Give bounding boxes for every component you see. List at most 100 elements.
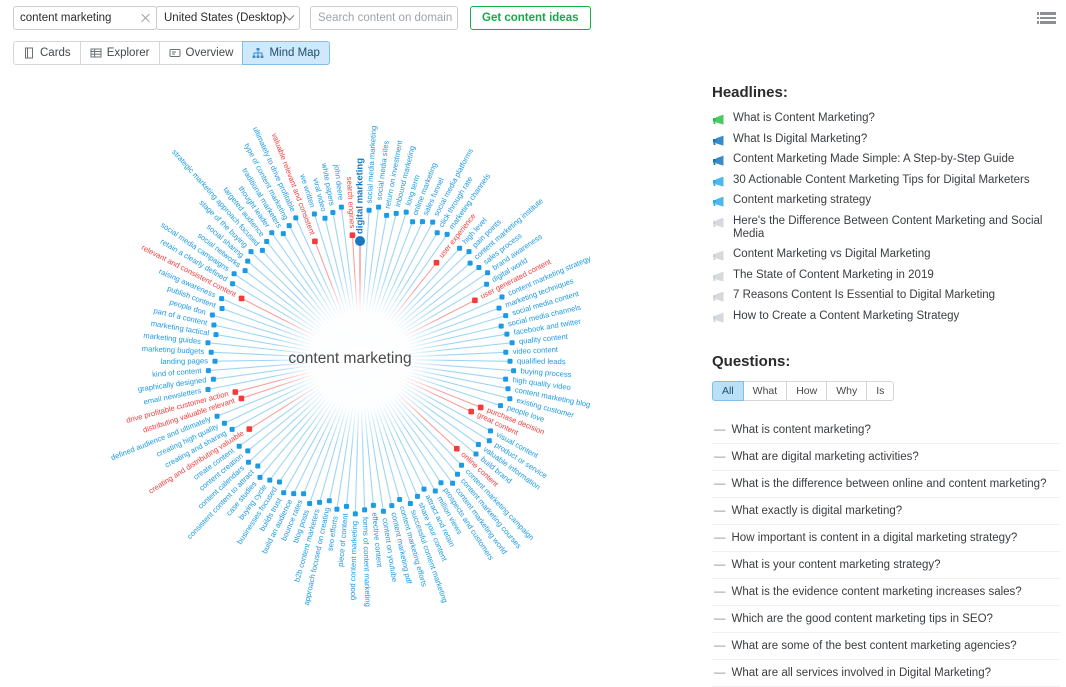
mind-map-node[interactable]: [467, 249, 472, 254]
mind-map-node[interactable]: [323, 216, 328, 221]
mind-map-node-label[interactable]: good content marketing: [348, 521, 359, 601]
headline-row[interactable]: The State of Content Marketing in 2019: [712, 269, 1060, 282]
headline-row[interactable]: 30 Actionable Content Marketing Tips for…: [712, 174, 1060, 187]
tab-overview[interactable]: Overview: [159, 41, 244, 65]
mind-map-node[interactable]: [488, 428, 493, 433]
mind-map-node[interactable]: [230, 281, 235, 286]
tab-explorer[interactable]: Explorer: [80, 41, 160, 65]
mind-map-node[interactable]: [485, 270, 490, 275]
mind-map-node[interactable]: [450, 481, 455, 486]
mind-map-node[interactable]: [264, 239, 269, 244]
question-filter-what[interactable]: What: [743, 381, 788, 401]
mind-map-node[interactable]: [312, 212, 317, 217]
mind-map-node[interactable]: [277, 480, 282, 485]
mind-map-node[interactable]: [211, 323, 216, 328]
mind-map-node[interactable]: [206, 368, 211, 373]
headline-row[interactable]: Content Marketing vs Digital Marketing: [712, 248, 1060, 261]
mind-map-node[interactable]: [339, 205, 344, 210]
question-row[interactable]: —What is the difference between online a…: [712, 471, 1060, 498]
question-filter-why[interactable]: Why: [826, 381, 867, 401]
mind-map-node[interactable]: [484, 282, 489, 287]
mind-map-node[interactable]: [210, 313, 215, 318]
question-row[interactable]: —What exactly is digital marketing?: [712, 498, 1060, 525]
mind-map-node-label[interactable]: landing pages: [161, 356, 209, 366]
headline-row[interactable]: What Is Digital Marketing?: [712, 133, 1060, 146]
mind-map-node[interactable]: [404, 210, 409, 215]
mind-map-node[interactable]: [230, 427, 235, 432]
mind-map-node[interactable]: [362, 507, 367, 512]
question-filter-all[interactable]: All: [712, 381, 744, 401]
headline-row[interactable]: Content Marketing Made Simple: A Step-by…: [712, 153, 1060, 166]
mind-map-node[interactable]: [439, 480, 444, 485]
mind-map-node[interactable]: [410, 219, 415, 224]
question-row[interactable]: —How important is content in a digital m…: [712, 525, 1060, 552]
close-icon[interactable]: [140, 13, 151, 24]
mind-map-node[interactable]: [472, 298, 478, 304]
mind-map-node[interactable]: [281, 231, 286, 236]
mind-map-node[interactable]: [422, 487, 427, 492]
headline-row[interactable]: What is Content Marketing?: [712, 112, 1060, 125]
headline-row[interactable]: Content marketing strategy: [712, 194, 1060, 207]
mind-map-node[interactable]: [408, 501, 413, 506]
headline-row[interactable]: 7 Reasons Content Is Essential to Digita…: [712, 289, 1060, 302]
mind-map-node[interactable]: [239, 396, 245, 402]
get-content-ideas-button[interactable]: Get content ideas: [470, 6, 591, 30]
mind-map-node[interactable]: [237, 444, 242, 449]
mind-map-node[interactable]: [269, 230, 274, 235]
tab-cards[interactable]: Cards: [13, 41, 81, 65]
mind-map-node[interactable]: [206, 387, 211, 392]
question-row[interactable]: —What is content marketing?: [712, 417, 1060, 444]
mind-map-node[interactable]: [222, 421, 227, 426]
mind-map-node[interactable]: [454, 446, 460, 452]
mind-map-node[interactable]: [249, 249, 254, 254]
mind-map-node[interactable]: [255, 464, 260, 469]
mind-map-node[interactable]: [232, 271, 237, 276]
mind-map-node-label[interactable]: marketing budgets: [142, 344, 205, 356]
mind-map-node[interactable]: [317, 500, 322, 505]
question-row[interactable]: —What are all services involved in Digit…: [712, 660, 1060, 687]
mind-map-node[interactable]: [503, 377, 508, 382]
mind-map-node[interactable]: [497, 306, 502, 311]
question-row[interactable]: —What are some of the best content marke…: [712, 633, 1060, 660]
mind-map-node[interactable]: [233, 389, 239, 395]
mind-map-node[interactable]: [327, 498, 332, 503]
mind-map-node[interactable]: [389, 503, 394, 508]
mind-map-node[interactable]: [478, 405, 484, 411]
mind-map-node[interactable]: [504, 332, 509, 337]
mind-map-node[interactable]: [307, 501, 312, 506]
mind-map-node[interactable]: [355, 236, 365, 246]
mind-map-node[interactable]: [397, 497, 402, 502]
question-filter-how[interactable]: How: [786, 381, 827, 401]
mind-map-node[interactable]: [503, 350, 508, 355]
mind-map-node[interactable]: [291, 491, 296, 496]
mind-map-node[interactable]: [476, 265, 481, 270]
mind-map-node[interactable]: [503, 313, 508, 318]
mind-map-node[interactable]: [246, 460, 251, 465]
mind-map-node[interactable]: [260, 248, 265, 253]
mind-map-node[interactable]: [219, 296, 224, 301]
mind-map-node[interactable]: [500, 295, 505, 300]
mind-map-node[interactable]: [435, 230, 440, 235]
mind-map-node[interactable]: [344, 504, 349, 509]
mind-map-node[interactable]: [384, 213, 389, 218]
mind-map-node[interactable]: [457, 246, 462, 251]
mind-map-node[interactable]: [430, 220, 435, 225]
mind-map-node[interactable]: [312, 239, 318, 245]
mind-map-node[interactable]: [371, 503, 376, 508]
mind-map-node[interactable]: [334, 507, 339, 512]
mind-map-node[interactable]: [213, 359, 218, 364]
mind-map-canvas[interactable]: digital marketingsocial media marketings…: [0, 72, 700, 646]
location-select[interactable]: United States (Desktop): [156, 6, 300, 30]
mind-map-node[interactable]: [455, 472, 460, 477]
mind-map-node[interactable]: [209, 350, 214, 355]
mind-map-node[interactable]: [420, 219, 425, 224]
mind-map-node[interactable]: [211, 377, 216, 382]
domain-input[interactable]: Search content on domain: [310, 6, 458, 30]
mind-map-node[interactable]: [350, 232, 356, 238]
headline-row[interactable]: How to Create a Content Marketing Strate…: [712, 310, 1060, 323]
mind-map-node[interactable]: [394, 211, 399, 216]
headline-row[interactable]: Here's the Difference Between Content Ma…: [712, 215, 1060, 241]
mind-map-node-label[interactable]: video content: [513, 345, 559, 356]
mind-map-node[interactable]: [508, 359, 513, 364]
mind-map-node[interactable]: [487, 438, 492, 443]
